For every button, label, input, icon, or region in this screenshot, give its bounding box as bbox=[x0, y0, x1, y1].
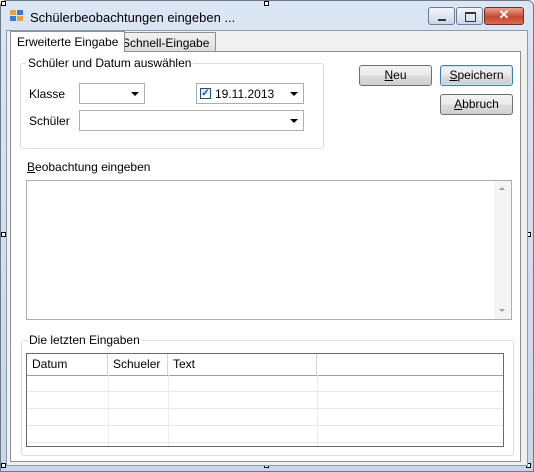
group-title: Schüler und Datum auswählen bbox=[26, 56, 194, 70]
schueler-combo[interactable] bbox=[79, 110, 304, 131]
column-header-datum[interactable]: Datum bbox=[27, 354, 108, 375]
abbruch-button[interactable]: Abbruch bbox=[440, 94, 513, 115]
column-header-schueler[interactable]: Schueler bbox=[108, 354, 168, 375]
minimize-icon bbox=[438, 19, 446, 21]
resize-grip[interactable] bbox=[264, 1, 269, 6]
scroll-up-icon[interactable] bbox=[499, 187, 505, 190]
column-divider bbox=[317, 375, 318, 446]
tab-page: Schüler und Datum auswählen Klasse ✓ 19.… bbox=[10, 51, 521, 462]
klasse-combo[interactable] bbox=[79, 83, 145, 104]
column-header-text[interactable]: Text bbox=[168, 354, 317, 375]
scroll-down-icon[interactable] bbox=[499, 309, 505, 312]
tab-erweiterte-eingabe[interactable]: Erweiterte Eingabe bbox=[10, 31, 126, 52]
speichern-button[interactable]: Speichern bbox=[440, 65, 513, 86]
observation-textarea[interactable] bbox=[26, 180, 512, 320]
app-icon bbox=[10, 10, 23, 21]
recent-entries-grid[interactable]: Datum Schueler Text bbox=[26, 353, 504, 447]
close-button[interactable]: ✕ bbox=[484, 7, 524, 25]
klasse-label: Klasse bbox=[29, 87, 66, 101]
column-divider bbox=[168, 375, 169, 446]
minimize-button[interactable] bbox=[428, 7, 455, 25]
date-picker[interactable]: ✓ 19.11.2013 bbox=[196, 83, 304, 104]
date-value: 19.11.2013 bbox=[215, 87, 275, 101]
tab-schnell-eingabe[interactable]: Schnell-Eingabe bbox=[115, 32, 217, 51]
table-row[interactable] bbox=[27, 426, 503, 443]
app-window: Schülerbeobachtungen eingeben ... ✕ Erwe… bbox=[0, 0, 534, 472]
chevron-down-icon bbox=[290, 119, 298, 123]
group-title: Beobachtung eingeben bbox=[25, 160, 153, 174]
maximize-button[interactable] bbox=[456, 7, 483, 25]
grid-header: Datum Schueler Text bbox=[27, 354, 503, 376]
table-row[interactable] bbox=[27, 409, 503, 426]
client-area: Erweiterte Eingabe Schnell-Eingabe Schül… bbox=[6, 30, 528, 466]
schueler-label: Schüler bbox=[29, 114, 70, 128]
vertical-scrollbar[interactable] bbox=[494, 181, 511, 319]
maximize-icon bbox=[465, 12, 476, 22]
recent-entries-group: Die letzten Eingaben Datum Schueler Text bbox=[21, 333, 514, 456]
select-student-group: Schüler und Datum auswählen Klasse ✓ 19.… bbox=[20, 56, 324, 149]
close-icon: ✕ bbox=[498, 7, 510, 22]
observation-group: Beobachtung eingeben bbox=[21, 160, 514, 326]
neu-button[interactable]: Neu bbox=[359, 65, 432, 86]
table-row[interactable] bbox=[27, 392, 503, 409]
column-divider bbox=[108, 375, 109, 446]
chevron-down-icon bbox=[290, 92, 298, 96]
date-checkbox[interactable]: ✓ bbox=[200, 88, 211, 99]
chevron-down-icon bbox=[131, 92, 139, 96]
window-title: Schülerbeobachtungen eingeben ... bbox=[30, 10, 236, 25]
table-row[interactable] bbox=[27, 375, 503, 392]
resize-grip[interactable] bbox=[1, 1, 6, 6]
group-title: Die letzten Eingaben bbox=[27, 333, 142, 347]
